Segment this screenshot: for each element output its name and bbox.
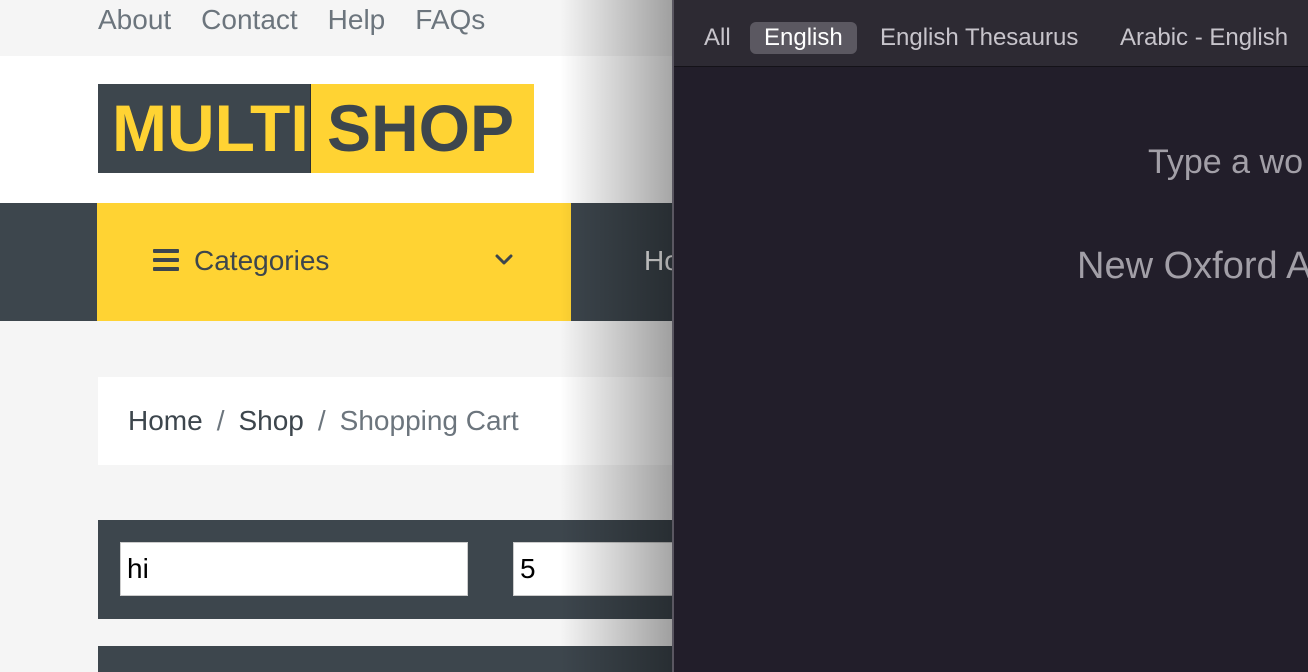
tab-arabic-english[interactable]: Arabic - English: [1106, 22, 1302, 54]
source-tabs: All English English Thesaurus Arabic - E…: [674, 10, 1308, 67]
breadcrumb-current: Shopping Cart: [339, 405, 519, 436]
top-links: About Contact Help FAQs: [98, 4, 485, 36]
categories-label: Categories: [194, 245, 330, 276]
top-bar: About Contact Help FAQs: [0, 0, 672, 56]
logo-multi: MULTI: [98, 84, 310, 173]
breadcrumb-shop[interactable]: Shop: [238, 403, 303, 439]
help-link[interactable]: Help: [328, 4, 386, 36]
text-field[interactable]: [120, 542, 468, 596]
chevron-down-icon: [495, 254, 513, 265]
breadcrumb-home[interactable]: Home: [128, 403, 203, 439]
main-navbar: Categories Ho: [0, 203, 672, 321]
breadcrumb-separator: /: [317, 405, 326, 436]
categories-toggle[interactable]: Categories: [97, 203, 571, 321]
faqs-link[interactable]: FAQs: [415, 4, 485, 36]
about-link[interactable]: About: [98, 4, 171, 36]
cart-table-header: [98, 646, 672, 672]
site-logo[interactable]: MULTI SHOP: [98, 84, 534, 173]
quantity-field[interactable]: [513, 542, 672, 596]
search-hint: Type a wo: [1148, 143, 1303, 181]
tab-english-thesaurus[interactable]: English Thesaurus: [866, 22, 1092, 54]
web-page: About Contact Help FAQs MULTI SHOP Categ…: [0, 0, 672, 672]
dictionary-panel: All English English Thesaurus Arabic - E…: [672, 0, 1308, 672]
logo-shop: SHOP: [310, 84, 534, 173]
menu-icon: [153, 249, 179, 271]
breadcrumb-separator: /: [216, 405, 225, 436]
dictionary-source-name: New Oxford A: [1077, 245, 1308, 287]
cart-form-row: [98, 520, 672, 619]
header: MULTI SHOP: [0, 56, 672, 203]
contact-link[interactable]: Contact: [201, 4, 298, 36]
breadcrumb: Home / Shop / Shopping Cart: [98, 377, 672, 465]
nav-home-link[interactable]: Ho: [644, 243, 672, 279]
tab-english[interactable]: English: [750, 22, 857, 54]
tab-all[interactable]: All: [690, 22, 745, 54]
